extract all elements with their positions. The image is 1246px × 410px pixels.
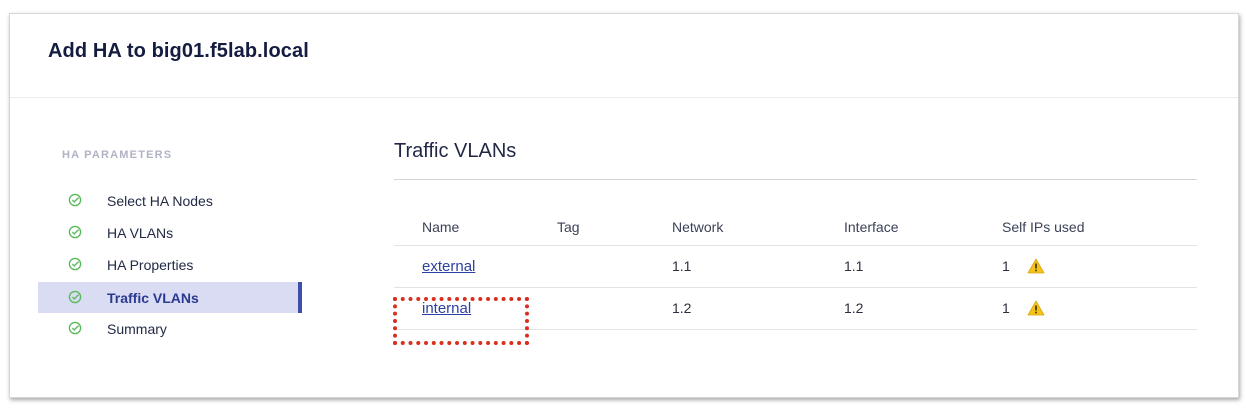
vlan-interface: 1.2: [844, 287, 1002, 330]
check-circle-icon: [68, 257, 82, 271]
warning-icon[interactable]: [1027, 300, 1045, 316]
dialog-header: Add HA to big01.f5lab.local: [10, 14, 1238, 98]
self-ips-count: 1: [1002, 258, 1010, 274]
page-title: Add HA to big01.f5lab.local: [48, 40, 309, 62]
sidebar-item-label: HA Properties: [107, 256, 194, 273]
section-title: Traffic VLANs: [394, 140, 517, 162]
table-row: external 1.1 1.1 1: [394, 245, 1197, 288]
sidebar-item-ha-vlans[interactable]: HA VLANs: [38, 217, 302, 248]
vlan-tag: [557, 245, 672, 288]
vlan-network: 1.1: [672, 245, 844, 288]
check-circle-icon: [68, 290, 82, 304]
vlan-tag: [557, 287, 672, 330]
column-header-name[interactable]: Name: [394, 210, 557, 246]
vlan-network: 1.2: [672, 287, 844, 330]
check-circle-icon: [68, 193, 82, 207]
sidebar-item-label: Summary: [107, 320, 167, 337]
sidebar-section-heading: HA PARAMETERS: [62, 149, 173, 161]
self-ips-count: 1: [1002, 300, 1010, 316]
vlans-table: Name Tag Network Interface Self IPs used…: [394, 210, 1197, 330]
vlan-link-external[interactable]: external: [422, 258, 475, 275]
sidebar-item-traffic-vlans[interactable]: Traffic VLANs: [38, 282, 302, 313]
table-row: internal 1.2 1.2 1: [394, 287, 1197, 330]
column-header-interface[interactable]: Interface: [844, 210, 1002, 246]
check-circle-icon: [68, 225, 82, 239]
sidebar-item-label: HA VLANs: [107, 224, 174, 241]
vlan-interface: 1.1: [844, 245, 1002, 288]
column-header-network[interactable]: Network: [672, 210, 844, 246]
check-circle-icon: [68, 321, 82, 335]
warning-icon[interactable]: [1027, 258, 1045, 274]
vlan-link-internal[interactable]: internal: [422, 300, 471, 317]
column-header-tag[interactable]: Tag: [557, 210, 672, 246]
sidebar-item-label: Traffic VLANs: [107, 289, 199, 306]
column-header-self-ips-used[interactable]: Self IPs used: [1002, 210, 1197, 246]
table-header-row: Name Tag Network Interface Self IPs used: [394, 210, 1197, 246]
divider: [394, 179, 1197, 180]
sidebar-item-select-ha-nodes[interactable]: Select HA Nodes: [38, 185, 302, 216]
sidebar-item-summary[interactable]: Summary: [38, 313, 302, 344]
sidebar-item-ha-properties[interactable]: HA Properties: [38, 249, 302, 280]
sidebar-item-label: Select HA Nodes: [107, 192, 213, 209]
